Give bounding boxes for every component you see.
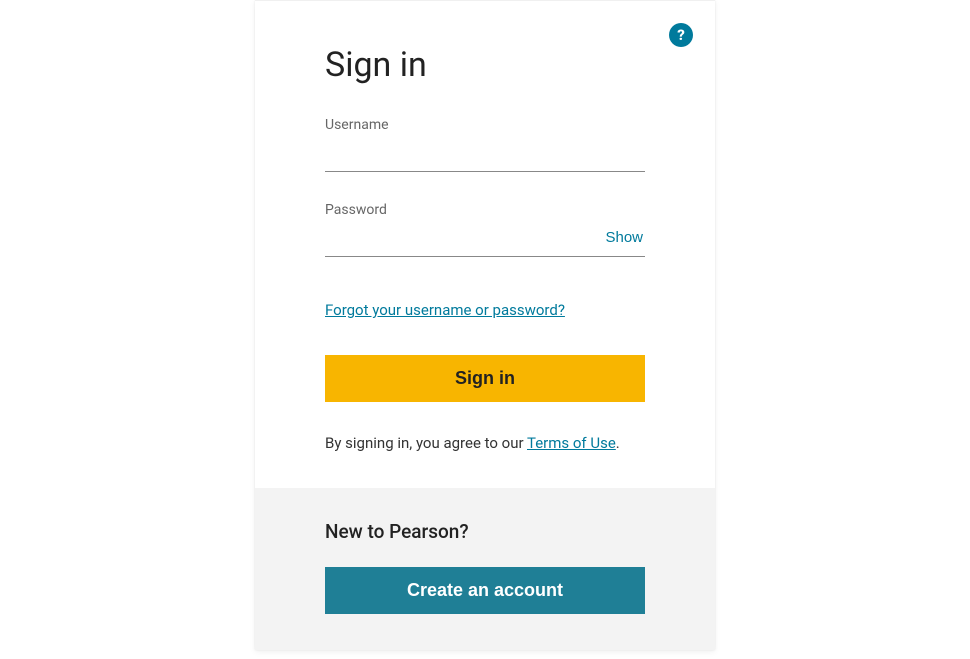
terms-prefix: By signing in, you agree to our	[325, 434, 527, 452]
username-label: Username	[325, 117, 645, 133]
show-password-button[interactable]: Show	[595, 229, 645, 252]
signin-card: ? Sign in Username Password Show Forgot …	[255, 0, 715, 650]
help-icon[interactable]: ?	[669, 23, 693, 47]
signin-button[interactable]: Sign in	[325, 355, 645, 402]
password-field: Password Show	[325, 202, 645, 257]
page-title: Sign in	[325, 45, 645, 85]
password-label: Password	[325, 202, 645, 218]
forgot-link[interactable]: Forgot your username or password?	[325, 301, 565, 319]
signin-main-region: ? Sign in Username Password Show Forgot …	[255, 1, 715, 488]
username-input[interactable]	[325, 139, 645, 171]
create-account-button[interactable]: Create an account	[325, 567, 645, 614]
password-input[interactable]	[325, 224, 595, 256]
signup-region: New to Pearson? Create an account	[255, 488, 715, 650]
username-input-wrap	[325, 139, 645, 172]
password-input-wrap: Show	[325, 224, 645, 257]
help-icon-glyph: ?	[677, 26, 685, 44]
signup-title: New to Pearson?	[325, 520, 645, 543]
terms-suffix: .	[616, 434, 620, 452]
terms-link[interactable]: Terms of Use	[527, 434, 616, 452]
terms-text: By signing in, you agree to our Terms of…	[325, 434, 645, 452]
username-field: Username	[325, 117, 645, 172]
